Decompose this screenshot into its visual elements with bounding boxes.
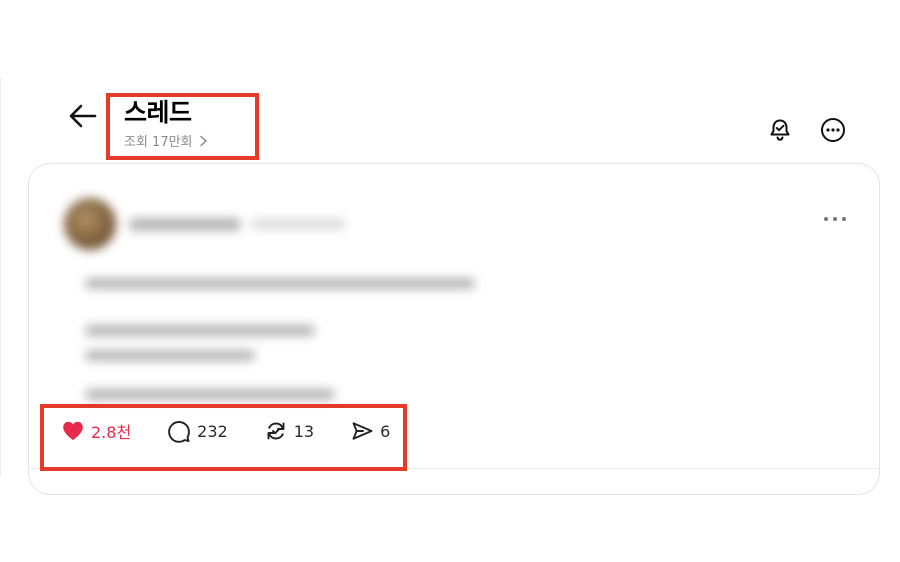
card-divider bbox=[29, 468, 879, 469]
reply-button[interactable]: 232 bbox=[167, 419, 228, 443]
views-count: 조회 17만회 bbox=[124, 135, 193, 150]
like-button[interactable]: 2.8천 bbox=[61, 419, 131, 443]
bell-check-icon bbox=[770, 119, 790, 141]
chevron-right-icon bbox=[199, 135, 207, 146]
back-button[interactable] bbox=[64, 100, 102, 132]
comment-icon bbox=[168, 421, 191, 443]
more-options-button[interactable] bbox=[819, 116, 847, 144]
reply-count: 232 bbox=[197, 421, 228, 441]
author-name bbox=[129, 218, 241, 231]
post-time bbox=[251, 219, 346, 229]
heart-icon bbox=[63, 421, 83, 440]
repost-button[interactable]: 13 bbox=[264, 419, 314, 443]
send-icon bbox=[352, 422, 373, 440]
like-count: 2.8천 bbox=[91, 423, 132, 442]
author-avatar bbox=[64, 198, 116, 250]
repost-count: 13 bbox=[293, 421, 315, 441]
thread-header: 스레드 조회 17만회 bbox=[124, 98, 208, 150]
thread-post-card: 2.8천 232 13 6 bbox=[28, 163, 880, 495]
ellipsis-icon bbox=[824, 217, 846, 221]
page-edge-line bbox=[0, 78, 1, 476]
repost-icon bbox=[267, 422, 285, 440]
views-link[interactable]: 조회 17만회 bbox=[124, 131, 208, 150]
arrow-left-icon bbox=[69, 104, 97, 128]
page-title: 스레드 bbox=[124, 98, 192, 127]
post-more-button[interactable] bbox=[822, 209, 848, 229]
post-text-line bbox=[85, 278, 475, 289]
post-action-bar: 2.8천 232 13 6 bbox=[61, 419, 426, 443]
notify-button[interactable] bbox=[766, 116, 794, 144]
post-text-line bbox=[85, 325, 315, 336]
blurred-post-content bbox=[51, 178, 621, 413]
share-count: 6 bbox=[380, 421, 391, 441]
post-text-line bbox=[85, 350, 255, 361]
share-button[interactable]: 6 bbox=[350, 419, 390, 443]
more-circle-icon bbox=[821, 118, 845, 142]
post-text-line bbox=[85, 389, 335, 400]
